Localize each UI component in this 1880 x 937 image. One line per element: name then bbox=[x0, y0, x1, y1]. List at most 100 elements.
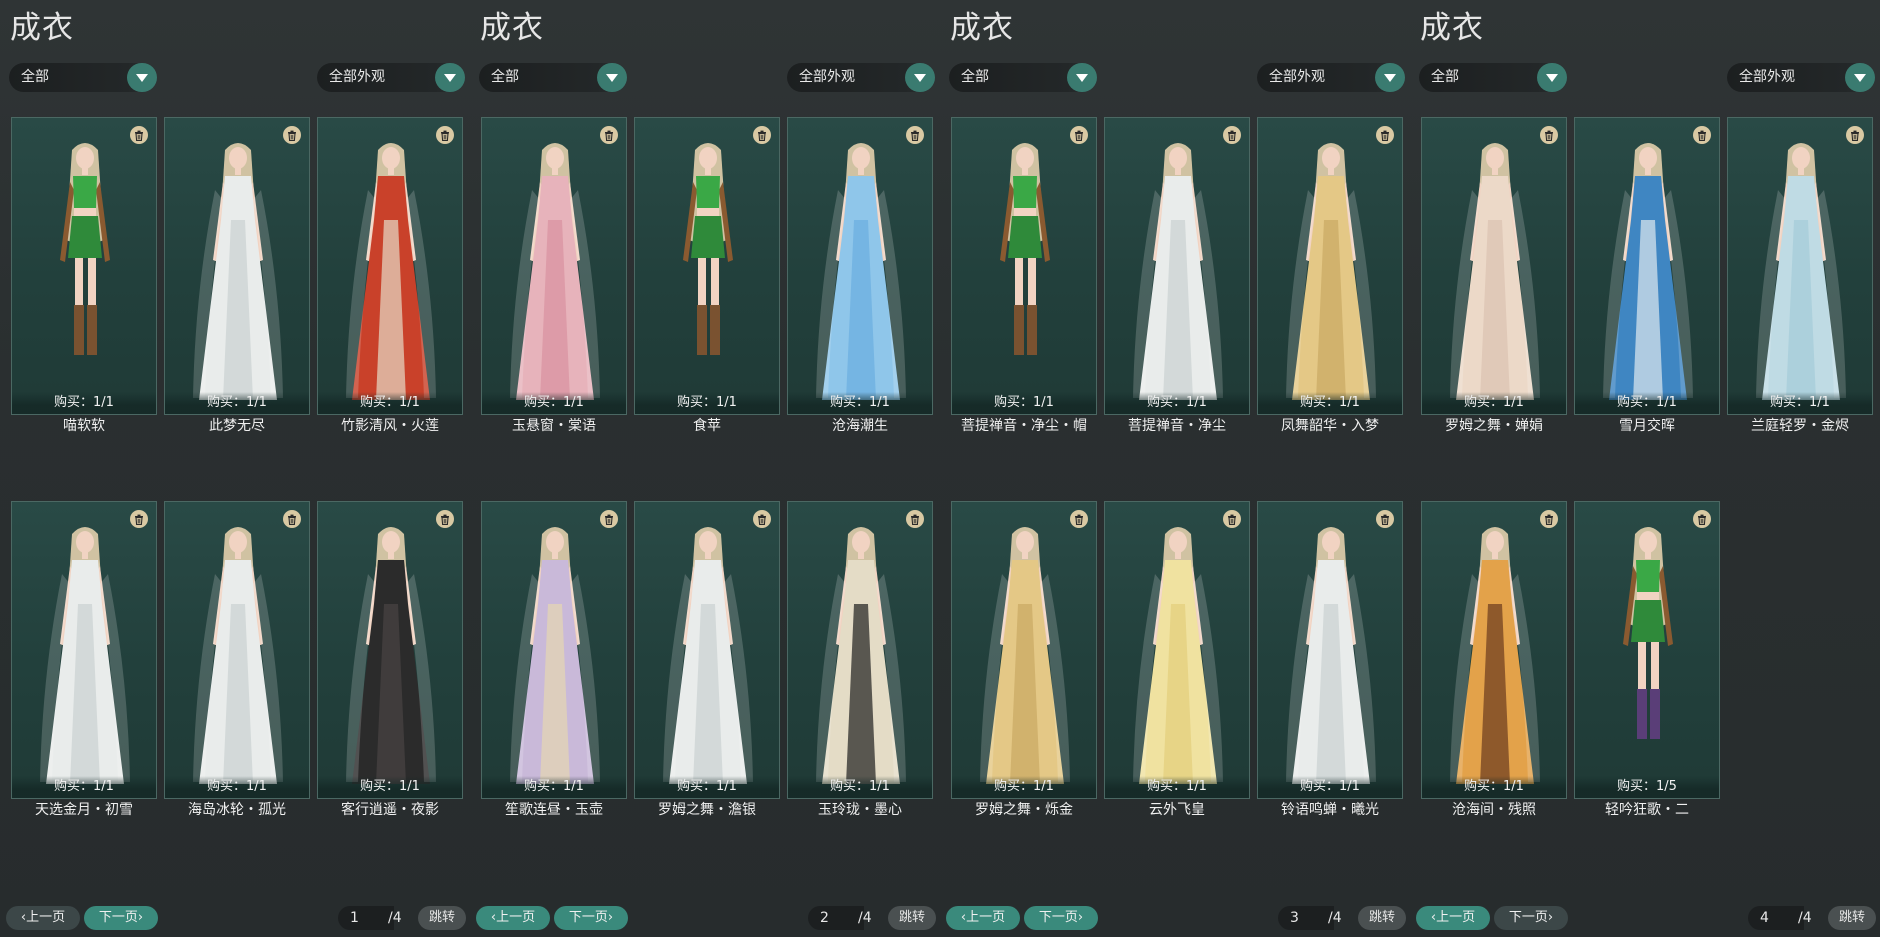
trash-icon[interactable] bbox=[753, 126, 771, 144]
trash-icon[interactable] bbox=[1540, 126, 1558, 144]
trash-icon[interactable] bbox=[906, 510, 924, 528]
chevron-down-icon[interactable] bbox=[1845, 63, 1875, 92]
chevron-down-icon[interactable] bbox=[1067, 63, 1097, 92]
jump-page-button[interactable]: 跳转 bbox=[1358, 906, 1406, 930]
trash-icon[interactable] bbox=[283, 510, 301, 528]
next-page-label: 下一页 bbox=[98, 910, 138, 925]
outfit-card[interactable]: 购买：1/5 bbox=[1574, 501, 1720, 799]
appearance-filter-dropdown[interactable]: 全部外观 bbox=[1257, 63, 1405, 92]
trash-icon[interactable] bbox=[600, 126, 618, 144]
trash-icon[interactable] bbox=[1693, 126, 1711, 144]
outfit-card[interactable]: 购买：1/1 bbox=[634, 117, 780, 415]
outfit-card[interactable]: 购买：1/1 bbox=[787, 501, 933, 799]
outfit-name: 云外飞皇 bbox=[1149, 802, 1205, 818]
category-filter-dropdown[interactable]: 全部 bbox=[479, 63, 627, 92]
purchase-count: 购买：1/1 bbox=[1258, 776, 1402, 798]
outfit-card[interactable]: 购买：1/1 bbox=[481, 117, 627, 415]
outfit-card[interactable]: 购买：1/1 bbox=[317, 117, 463, 415]
prev-page-button[interactable]: ‹上一页 bbox=[946, 906, 1020, 930]
jump-page-button[interactable]: 跳转 bbox=[418, 906, 466, 930]
outfit-card[interactable]: 购买：1/1 bbox=[1421, 117, 1567, 415]
trash-icon[interactable] bbox=[130, 510, 148, 528]
outfit-card[interactable]: 购买：1/1 bbox=[1257, 501, 1403, 799]
chevron-down-icon[interactable] bbox=[1375, 63, 1405, 92]
outfit-card[interactable]: 购买：1/1 bbox=[1421, 501, 1567, 799]
purchase-count: 购买：1/1 bbox=[952, 776, 1096, 798]
trash-icon[interactable] bbox=[1376, 126, 1394, 144]
trash-icon[interactable] bbox=[1223, 510, 1241, 528]
outfit-figure-image bbox=[510, 527, 600, 784]
page-number-input[interactable]: 1 bbox=[338, 906, 394, 930]
outfit-figure-image bbox=[980, 527, 1070, 784]
outfit-card[interactable]: 购买：1/1 bbox=[481, 501, 627, 799]
outfit-card[interactable]: 购买：1/1 bbox=[164, 501, 310, 799]
outfit-name: 客行逍遥・夜影 bbox=[341, 802, 439, 818]
next-page-button[interactable]: 下一页› bbox=[84, 906, 158, 930]
outfit-name: 喵软软 bbox=[63, 418, 105, 434]
trash-icon[interactable] bbox=[1376, 510, 1394, 528]
prev-page-button[interactable]: ‹上一页 bbox=[6, 906, 80, 930]
outfit-name: 菩提禅音・净尘・帽 bbox=[961, 418, 1087, 434]
outfit-card[interactable]: 购买：1/1 bbox=[787, 117, 933, 415]
outfit-name: 铃语鸣蝉・曦光 bbox=[1281, 802, 1379, 818]
outfit-figure-image bbox=[1000, 143, 1050, 355]
trash-icon[interactable] bbox=[1070, 510, 1088, 528]
page-number-input[interactable]: 2 bbox=[808, 906, 864, 930]
trash-icon[interactable] bbox=[1693, 510, 1711, 528]
outfit-card[interactable]: 购买：1/1 bbox=[11, 117, 157, 415]
purchase-count: 购买：1/1 bbox=[12, 392, 156, 414]
outfit-card[interactable]: 购买：1/1 bbox=[1727, 117, 1873, 415]
purchase-count: 购买：1/1 bbox=[318, 776, 462, 798]
outfit-card[interactable]: 购买：1/1 bbox=[11, 501, 157, 799]
trash-icon[interactable] bbox=[130, 126, 148, 144]
trash-icon[interactable] bbox=[906, 126, 924, 144]
appearance-filter-dropdown[interactable]: 全部外观 bbox=[1727, 63, 1875, 92]
trash-icon[interactable] bbox=[1846, 126, 1864, 144]
outfit-figure-image bbox=[1286, 143, 1376, 400]
chevron-right-icon: › bbox=[1547, 910, 1554, 925]
next-page-button[interactable]: 下一页› bbox=[1494, 906, 1568, 930]
category-filter-dropdown[interactable]: 全部 bbox=[9, 63, 157, 92]
appearance-filter-dropdown[interactable]: 全部外观 bbox=[317, 63, 465, 92]
trash-icon[interactable] bbox=[436, 126, 454, 144]
trash-icon[interactable] bbox=[283, 126, 301, 144]
chevron-down-icon[interactable] bbox=[435, 63, 465, 92]
category-filter-label: 全部 bbox=[491, 69, 519, 85]
trash-icon[interactable] bbox=[600, 510, 618, 528]
prev-page-button[interactable]: ‹上一页 bbox=[1416, 906, 1490, 930]
outfit-card[interactable]: 购买：1/1 bbox=[1104, 117, 1250, 415]
page-number-input[interactable]: 3 bbox=[1278, 906, 1334, 930]
chevron-down-icon[interactable] bbox=[905, 63, 935, 92]
outfit-card[interactable]: 购买：1/1 bbox=[1257, 117, 1403, 415]
outfit-card[interactable]: 购买：1/1 bbox=[164, 117, 310, 415]
chevron-right-icon: › bbox=[137, 910, 144, 925]
prev-page-button[interactable]: ‹上一页 bbox=[476, 906, 550, 930]
category-filter-label: 全部 bbox=[961, 69, 989, 85]
page-number-input[interactable]: 4 bbox=[1748, 906, 1804, 930]
jump-page-button[interactable]: 跳转 bbox=[1828, 906, 1876, 930]
outfit-card[interactable]: 购买：1/1 bbox=[951, 501, 1097, 799]
outfit-card[interactable]: 购买：1/1 bbox=[634, 501, 780, 799]
chevron-down-icon[interactable] bbox=[1537, 63, 1567, 92]
panel-title: 成衣 bbox=[480, 10, 544, 46]
trash-icon[interactable] bbox=[1070, 126, 1088, 144]
trash-icon[interactable] bbox=[753, 510, 771, 528]
outfit-name: 玉玲珑・墨心 bbox=[818, 802, 902, 818]
category-filter-dropdown[interactable]: 全部 bbox=[949, 63, 1097, 92]
trash-icon[interactable] bbox=[1540, 510, 1558, 528]
jump-page-button[interactable]: 跳转 bbox=[888, 906, 936, 930]
outfit-card[interactable]: 购买：1/1 bbox=[1574, 117, 1720, 415]
outfit-card[interactable]: 购买：1/1 bbox=[1104, 501, 1250, 799]
next-page-button[interactable]: 下一页› bbox=[554, 906, 628, 930]
category-filter-dropdown[interactable]: 全部 bbox=[1419, 63, 1567, 92]
outfit-card[interactable]: 购买：1/1 bbox=[317, 501, 463, 799]
trash-icon[interactable] bbox=[436, 510, 454, 528]
outfit-card[interactable]: 购买：1/1 bbox=[951, 117, 1097, 415]
appearance-filter-dropdown[interactable]: 全部外观 bbox=[787, 63, 935, 92]
purchase-count: 购买：1/1 bbox=[1575, 392, 1719, 414]
purchase-count: 购买：1/1 bbox=[788, 392, 932, 414]
next-page-button[interactable]: 下一页› bbox=[1024, 906, 1098, 930]
chevron-down-icon[interactable] bbox=[127, 63, 157, 92]
chevron-down-icon[interactable] bbox=[597, 63, 627, 92]
trash-icon[interactable] bbox=[1223, 126, 1241, 144]
